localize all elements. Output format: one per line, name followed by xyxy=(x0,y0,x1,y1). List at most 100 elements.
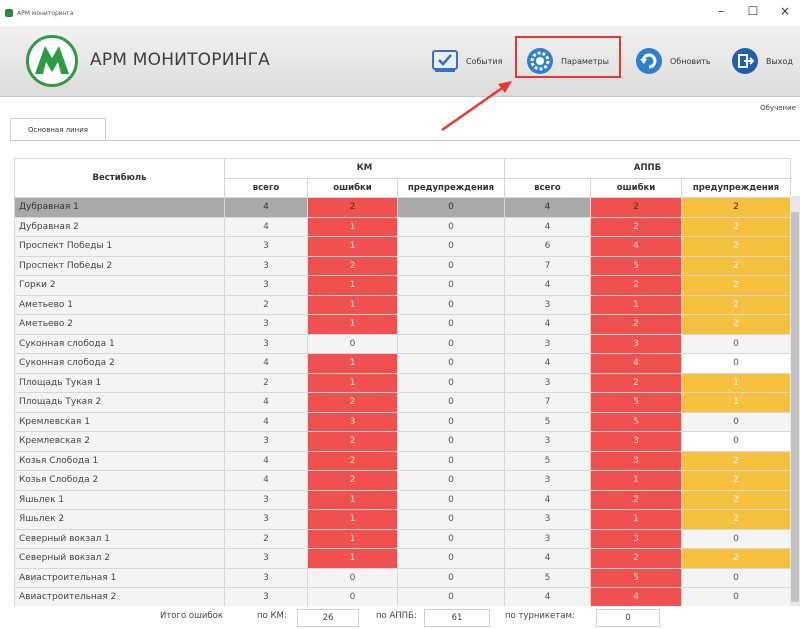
turnstile-errors-label: по турникетам: xyxy=(505,611,575,621)
km-errors-cell: 1 xyxy=(307,294,398,315)
table-row[interactable]: Аметьево 1210312 xyxy=(14,294,800,315)
table-row[interactable]: Суконная слобода 2410440 xyxy=(14,353,800,374)
table-row[interactable]: Площадь Тукая 1210321 xyxy=(14,372,800,393)
km-errors-header[interactable]: ошибки xyxy=(307,177,398,198)
station-name-cell: Суконная слобода 2 xyxy=(14,353,225,374)
table-row[interactable]: Площадь Тукая 2420751 xyxy=(14,392,800,413)
km-warnings-cell: 0 xyxy=(397,392,505,413)
table-row[interactable]: Аметьево 2310422 xyxy=(14,314,800,335)
appb-total-cell: 7 xyxy=(504,255,591,276)
table-row[interactable]: Кремлевская 1430550 xyxy=(14,411,800,432)
table-row[interactable]: Горки 2310422 xyxy=(14,275,800,296)
km-total-cell: 4 xyxy=(224,411,308,432)
km-warnings-header[interactable]: предупреждения xyxy=(397,177,505,198)
km-total-cell: 3 xyxy=(224,548,308,569)
km-errors-cell: 0 xyxy=(307,333,398,354)
km-errors-cell: 1 xyxy=(307,489,398,510)
km-total-cell: 4 xyxy=(224,216,308,237)
km-errors-cell: 1 xyxy=(307,548,398,569)
appb-warnings-cell: 2 xyxy=(680,470,792,491)
km-warnings-cell: 0 xyxy=(397,197,505,218)
km-warnings-cell: 0 xyxy=(397,314,505,335)
table-row[interactable]: Кремлевская 2320330 xyxy=(14,431,800,452)
user-label: Обучение xyxy=(760,104,796,112)
appb-errors-cell: 5 xyxy=(590,392,682,413)
appb-total-cell: 3 xyxy=(504,333,591,354)
station-name-cell: Проспект Победы 1 xyxy=(14,236,225,257)
km-warnings-cell: 0 xyxy=(397,411,505,432)
appb-warnings-cell: 2 xyxy=(680,294,792,315)
km-total-cell: 2 xyxy=(224,528,308,549)
appb-errors-cell: 2 xyxy=(590,548,682,569)
appb-warnings-cell: 0 xyxy=(680,353,792,374)
appb-errors-label: по АППБ: xyxy=(376,611,417,621)
table-row[interactable]: Суконная слобода 1300330 xyxy=(14,333,800,354)
km-errors-cell: 1 xyxy=(307,509,398,530)
appb-warnings-cell: 2 xyxy=(680,489,792,510)
km-total-cell: 2 xyxy=(224,294,308,315)
totals-footer: Итого ошибок по КМ: 26 по АППБ: 61 по ту… xyxy=(0,606,800,629)
total-errors-label: Итого ошибок xyxy=(160,611,223,621)
appb-errors-cell: 3 xyxy=(590,528,682,549)
appb-warnings-cell: 2 xyxy=(680,314,792,335)
km-total-cell: 3 xyxy=(224,489,308,510)
km-total-cell: 3 xyxy=(224,275,308,296)
appb-errors-cell: 4 xyxy=(590,353,682,374)
appb-warnings-cell: 0 xyxy=(680,333,792,354)
table-row[interactable]: Северный вокзал 1210330 xyxy=(14,528,800,549)
appb-total-cell: 4 xyxy=(504,275,591,296)
appb-total-cell: 5 xyxy=(504,411,591,432)
table-row[interactable]: Козья Слобода 2420312 xyxy=(14,470,800,491)
km-total-header[interactable]: всего xyxy=(224,177,308,198)
station-name-cell: Козья Слобода 2 xyxy=(14,470,225,491)
km-warnings-cell: 0 xyxy=(397,587,505,606)
appb-errors-cell: 4 xyxy=(590,587,682,606)
table-row[interactable]: Яшьлек 1310422 xyxy=(14,489,800,510)
appb-warnings-cell: 2 xyxy=(680,450,792,471)
appb-warnings-cell: 2 xyxy=(680,275,792,296)
table-row[interactable]: Дубравная 2410422 xyxy=(14,216,800,237)
km-warnings-cell: 0 xyxy=(397,216,505,237)
km-total-cell: 3 xyxy=(224,236,308,257)
appb-errors-cell: 1 xyxy=(590,509,682,530)
km-warnings-cell: 0 xyxy=(397,450,505,471)
km-errors-value: 26 xyxy=(297,609,359,627)
appb-warnings-header[interactable]: предупреждения xyxy=(680,177,792,198)
km-total-cell: 3 xyxy=(224,314,308,335)
appb-warnings-cell: 0 xyxy=(680,411,792,432)
km-warnings-cell: 0 xyxy=(397,431,505,452)
appb-errors-cell: 3 xyxy=(590,450,682,471)
table-row[interactable]: Проспект Победы 1310642 xyxy=(14,236,800,257)
station-name-cell: Площадь Тукая 2 xyxy=(14,392,225,413)
appb-total-header[interactable]: всего xyxy=(504,177,591,198)
appb-warnings-cell: 2 xyxy=(680,509,792,530)
tab-main-line[interactable]: Основная линия xyxy=(10,118,106,141)
appb-errors-header[interactable]: ошибки xyxy=(590,177,682,198)
station-name-cell: Северный вокзал 1 xyxy=(14,528,225,549)
km-total-cell: 3 xyxy=(224,431,308,452)
station-name-cell: Аметьево 1 xyxy=(14,294,225,315)
appb-errors-cell: 5 xyxy=(590,255,682,276)
table-row[interactable]: Авиастроительная 2300440 xyxy=(14,587,800,606)
table-row[interactable]: Яшьлек 2310312 xyxy=(14,509,800,530)
station-name-cell: Яшьлек 1 xyxy=(14,489,225,510)
table-row[interactable]: Козья Слобода 1420532 xyxy=(14,450,800,471)
table-row[interactable]: Дубравная 1420422 xyxy=(14,197,800,218)
km-errors-cell: 2 xyxy=(307,450,398,471)
station-name-cell: Проспект Победы 2 xyxy=(14,255,225,276)
km-warnings-cell: 0 xyxy=(397,255,505,276)
km-warnings-cell: 0 xyxy=(397,528,505,549)
tab-divider xyxy=(10,140,800,141)
appb-total-cell: 4 xyxy=(504,314,591,335)
scrollbar-thumb[interactable] xyxy=(791,212,799,602)
km-errors-cell: 3 xyxy=(307,411,398,432)
table-row[interactable]: Авиастроительная 1300550 xyxy=(14,567,800,588)
km-total-cell: 2 xyxy=(224,372,308,393)
col-station-header[interactable]: Вестибюль xyxy=(14,158,225,198)
table-row[interactable]: Проспект Победы 2320752 xyxy=(14,255,800,276)
appb-errors-cell: 1 xyxy=(590,470,682,491)
appb-warnings-cell: 0 xyxy=(680,431,792,452)
table-row[interactable]: Северный вокзал 2310422 xyxy=(14,548,800,569)
km-total-cell: 3 xyxy=(224,587,308,606)
appb-errors-cell: 2 xyxy=(590,275,682,296)
